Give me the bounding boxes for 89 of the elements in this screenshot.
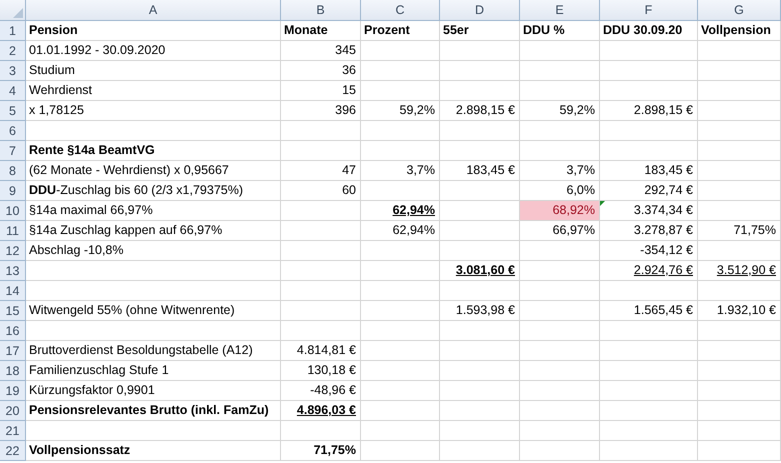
table-cell-text: 1.593,98 € (454, 302, 516, 319)
column-header[interactable]: E (520, 0, 600, 21)
table-cell-text: 3.081,60 € (454, 262, 516, 279)
table-cell-text: 62,94% (392, 202, 436, 219)
table-cell-text: 59,2% (558, 102, 596, 119)
table-cell-text: DDU 30.09.20 (602, 22, 684, 39)
row-header[interactable]: 4 (0, 81, 26, 101)
table-cell: 3.374,34 € (600, 201, 697, 220)
row-header[interactable]: 15 (0, 301, 26, 321)
table-cell-text: 36 (341, 62, 357, 79)
table-cell-text: 3,7% (566, 162, 596, 179)
table-cell-text: 1.565,45 € (632, 302, 694, 319)
table-cell-text: -354,12 € (639, 242, 694, 259)
table-cell-text: 47 (341, 162, 357, 179)
table-cell-text: 55er (442, 22, 470, 39)
row-header[interactable]: 12 (0, 241, 26, 261)
row-header[interactable]: 2 (0, 41, 26, 61)
table-cell-text: 4.814,81 € (296, 342, 357, 359)
table-cell-text: 345 (334, 42, 357, 59)
table-cell-text: 292,74 € (643, 182, 694, 199)
row-header[interactable]: 7 (0, 141, 26, 161)
table-cell-text: Rente §14a BeamtVG (28, 142, 156, 159)
row-header[interactable]: 14 (0, 281, 26, 301)
row-header[interactable]: 16 (0, 321, 26, 341)
table-cell-text: Pension (28, 22, 79, 39)
table-cell-text: 130,18 € (306, 362, 357, 379)
table-cell-text: 6,0% (566, 182, 596, 199)
table-cell: 68,92% (520, 201, 599, 220)
table-cell-text: 59,2% (398, 102, 436, 119)
table-cell-text: -48,96 € (309, 382, 357, 399)
table-cell-text: 2.898,15 € (454, 102, 516, 119)
table-cell-text: Witwengeld 55% (ohne Witwenrente) (28, 302, 236, 319)
table-cell-text: §14a Zuschlag kappen auf 66,97% (28, 222, 224, 239)
row-header[interactable]: 18 (0, 361, 26, 381)
row-header[interactable]: 21 (0, 421, 26, 441)
row-header[interactable]: 17 (0, 341, 26, 361)
row-header[interactable]: 6 (0, 121, 26, 141)
table-cell-text: 1.932,10 € (716, 302, 777, 319)
row-header[interactable]: 8 (0, 161, 26, 181)
table-cell-text: 396 (334, 102, 357, 119)
table-cell-text: Vollpension (700, 22, 772, 39)
table-cell-text: 3.512,90 € (716, 262, 777, 279)
column-header[interactable]: D (440, 0, 520, 21)
row-header[interactable]: 9 (0, 181, 26, 201)
column-header[interactable]: F (600, 0, 698, 21)
row-header[interactable]: 19 (0, 381, 26, 401)
row-header[interactable]: 10 (0, 201, 26, 221)
table-cell-text: x 1,78125 (28, 102, 85, 119)
row-header[interactable]: 13 (0, 261, 26, 281)
table-cell-text: 62,94% (392, 222, 436, 239)
row-header[interactable]: 3 (0, 61, 26, 81)
table-cell-text: 71,75% (312, 442, 357, 459)
table-cell-text: 183,45 € (643, 162, 694, 179)
table-cell-text: Monate (283, 22, 329, 39)
table-cell-text: Pensionsrelevantes Brutto (inkl. FamZu) (28, 402, 270, 419)
select-all-icon[interactable] (13, 8, 23, 18)
column-header[interactable]: B (281, 0, 361, 21)
error-indicator-icon (600, 201, 605, 206)
table-cell-text: Vollpensionssatz (28, 442, 132, 459)
column-header[interactable]: G (698, 0, 781, 21)
table-cell-text: Prozent (363, 22, 411, 39)
table-cell-text: §14a maximal 66,97% (28, 202, 154, 219)
row-header[interactable]: 5 (0, 101, 26, 121)
table-cell-text: 66,97% (552, 222, 596, 239)
table-cell-text: 4.896,03 € (296, 402, 357, 419)
row-header[interactable]: 1 (0, 21, 26, 41)
table-cell-text: 2.898,15 € (632, 102, 694, 119)
column-header[interactable]: A (26, 0, 281, 21)
table-cell-text: Studium (28, 62, 76, 79)
table-cell-text: 01.01.1992 - 30.09.2020 (28, 42, 166, 59)
table-cell-text: 2.924,76 € (632, 262, 694, 279)
table-cell-text: 71,75% (732, 222, 777, 239)
table-cell-text: 60 (341, 182, 357, 199)
row-header[interactable]: 20 (0, 401, 26, 421)
column-header[interactable]: C (361, 0, 440, 21)
table-cell-text: Abschlag -10,8% (28, 242, 125, 259)
table-cell-text: 15 (341, 82, 357, 99)
table-cell-text: 3,7% (406, 162, 436, 179)
table-cell-text: Wehrdienst (28, 82, 93, 99)
table-cell-text: Familienzuschlag Stufe 1 (28, 362, 170, 379)
table-cell-text: Bruttoverdienst Besoldungstabelle (A12) (28, 342, 254, 359)
table-cell-text: (62 Monate - Wehrdienst) x 0,95667 (28, 162, 230, 179)
table-cell-text: 183,45 € (465, 162, 516, 179)
table-cell-text: Kürzungsfaktor 0,9901 (28, 382, 156, 399)
table-cell-text: DDU % (522, 22, 566, 39)
table-cell-text: 3.278,87 € (632, 222, 694, 239)
row-header[interactable]: 11 (0, 221, 26, 241)
table-cell-text: DDU-Zuschlag bis 60 (2/3 x1,79375%) (28, 182, 244, 199)
row-header[interactable]: 22 (0, 441, 26, 461)
